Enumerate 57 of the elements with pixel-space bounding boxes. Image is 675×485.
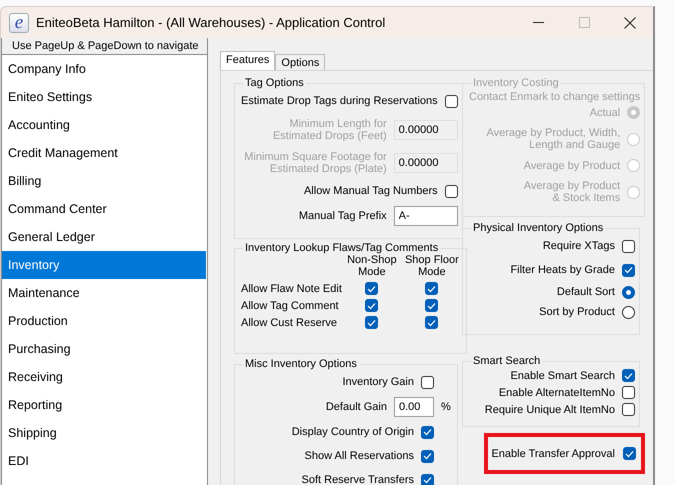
option-label: Require Unique Alt ItemNo (484, 404, 615, 416)
option-label: Estimate Drop Tags during Reservations (241, 95, 438, 107)
option-label: Filter Heats by Grade (510, 264, 615, 276)
option-label: Allow Cust Reserve (241, 316, 338, 328)
sidebar-item[interactable]: Inventory (2, 251, 206, 279)
option-label: Average by Product, Width, Length and Gauge (486, 127, 620, 151)
group-title: Misc Inventory Options (244, 358, 358, 370)
sidebar-item[interactable]: Shipping (2, 419, 206, 447)
option-label: Inventory Gain (342, 376, 414, 388)
sidebar-item[interactable]: Maintenance (2, 279, 206, 307)
field-label: Minimum Square Footage for Estimated Drops (Plate) (244, 150, 387, 174)
group-title: Smart Search (472, 355, 542, 367)
sidebar-item[interactable]: General Ledger (2, 223, 206, 251)
column-header: Non-Shop Mode (346, 254, 398, 278)
note-text: Contact Enmark to change settings (469, 91, 640, 103)
group-title: Inventory Costing (472, 77, 560, 89)
option-label: Display Country of Origin (292, 426, 414, 438)
window-title: EniteoBeta Hamilton - (All Warehouses) - Application Control (36, 15, 386, 30)
app-logo: e (9, 12, 29, 32)
option-label: Enable Transfer Approval (491, 448, 615, 460)
group-title: Inventory Lookup Flaws/Tag Comments (244, 242, 440, 254)
field-label: Manual Tag Prefix (298, 210, 387, 222)
sidebar-item[interactable]: Reporting (2, 391, 206, 419)
option-label: Show All Reservations (304, 450, 414, 462)
input-field[interactable]: A- (394, 206, 458, 226)
group-title: Tag Options (244, 77, 305, 89)
sidebar-item[interactable]: Company Info (2, 55, 206, 83)
option-label: Soft Reserve Transfers (302, 474, 414, 485)
field-label: Default Gain (326, 401, 387, 413)
sidebar-item[interactable]: Eniteo Settings (2, 83, 206, 111)
option-label: Average by Product & Stock Items (524, 180, 620, 204)
option-label: Average by Product (524, 160, 620, 172)
option-label: Actual (590, 106, 620, 118)
sidebar-item[interactable]: Accounting (2, 111, 206, 139)
field-label: Minimum Length for Estimated Drops (Feet) (272, 118, 387, 142)
option-label: Allow Tag Comment (241, 300, 340, 312)
sidebar-item[interactable]: Receiving (2, 363, 206, 391)
option-label: Allow Manual Tag Numbers (304, 185, 438, 197)
option-label: Allow Flaw Note Edit (241, 282, 342, 294)
tab[interactable]: Options (275, 54, 326, 70)
sidebar-item[interactable]: Production (2, 307, 206, 335)
unit-label: % (441, 401, 452, 413)
sidebar-item[interactable]: Command Center (2, 195, 206, 223)
option-label: Sort by Product (539, 306, 615, 318)
option-label: Default Sort (556, 286, 615, 298)
input-field[interactable]: 0.00 (394, 397, 434, 417)
sidebar-item[interactable]: Credit Management (2, 139, 206, 167)
option-label: Enable Smart Search (510, 370, 615, 382)
navigation-hint: Use PageUp & PageDown to navigate (2, 38, 207, 55)
option-label: Enable AlternateItemNo (498, 386, 615, 398)
tab[interactable]: Features (220, 51, 276, 70)
sidebar-item[interactable]: Purchasing (2, 335, 206, 363)
option-label: Require XTags (542, 240, 615, 252)
sidebar-item[interactable]: EDI (2, 447, 206, 475)
sidebar-item[interactable]: Billing (2, 167, 206, 195)
column-header: Shop Floor Mode (404, 254, 460, 278)
group-title: Physical Inventory Options (472, 222, 604, 234)
